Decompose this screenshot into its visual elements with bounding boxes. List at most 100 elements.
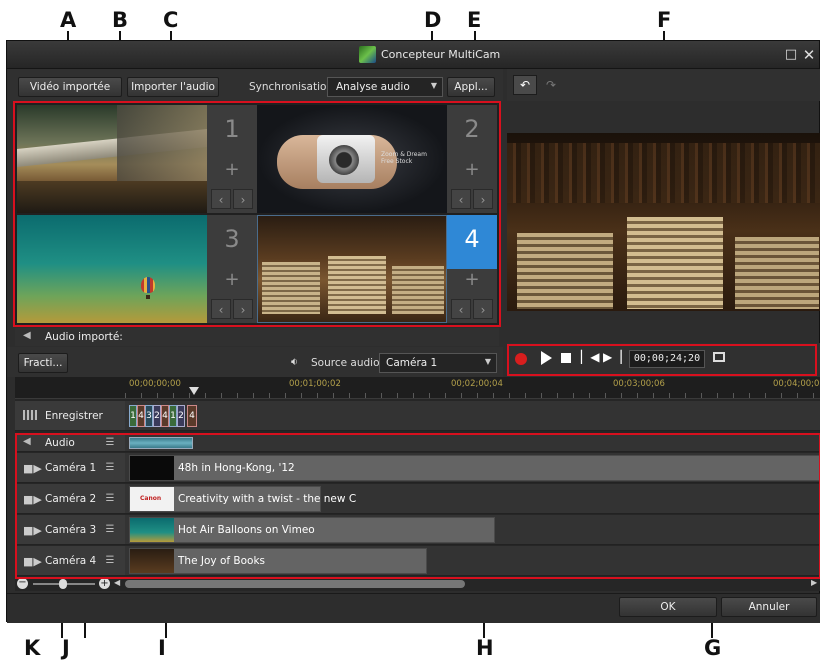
camera-3-track: Hot Air Balloons on Vimeo bbox=[125, 515, 820, 545]
camera-grid-highlight bbox=[13, 101, 501, 327]
horizontal-scrollbar[interactable] bbox=[125, 580, 465, 588]
callout-c: C bbox=[163, 8, 179, 32]
record-clip-6[interactable]: 1 bbox=[169, 405, 177, 427]
source-audio-value: Caméra 1 bbox=[386, 357, 438, 369]
camera-2-clip[interactable]: Canon Creativity with a twist - the new … bbox=[129, 486, 356, 512]
camera-3-clip-thumb bbox=[130, 518, 174, 542]
volume-icon: 🔉︎ bbox=[291, 355, 298, 368]
record-clip-3[interactable]: 3 bbox=[145, 405, 153, 427]
cancel-button[interactable]: Annuler bbox=[721, 597, 817, 617]
play-icon[interactable] bbox=[541, 351, 552, 365]
camera-2-track-label: Caméra 2 bbox=[45, 493, 97, 505]
record-button[interactable] bbox=[515, 353, 527, 365]
zoom-bar: − + ◀ ▶ bbox=[15, 577, 820, 591]
preview-shelf bbox=[507, 143, 820, 203]
window-title: Concepteur MultiCam bbox=[381, 48, 501, 61]
camera-2-clip-thumb: Canon bbox=[130, 487, 174, 511]
list-icon[interactable]: ☰ bbox=[103, 523, 117, 537]
camera-3-track-label: Caméra 3 bbox=[45, 524, 97, 536]
zoom-out-icon[interactable]: − bbox=[17, 578, 28, 589]
preview-books-center bbox=[627, 217, 723, 309]
callout-j: J bbox=[62, 636, 70, 660]
record-clip-4[interactable]: 2 bbox=[153, 405, 161, 427]
preview-toolbar: ↶ ↷ bbox=[507, 69, 820, 101]
title-bar: Concepteur MultiCam □ ✕ bbox=[7, 41, 819, 69]
camera-1-track-header: ■▶︎ Caméra 1 ☰ bbox=[15, 453, 125, 483]
callout-d: D bbox=[424, 8, 442, 32]
sync-value: Analyse audio bbox=[336, 81, 410, 93]
camera-icon: ■▶︎ bbox=[23, 493, 42, 506]
imported-video-button[interactable]: Vidéo importée bbox=[18, 77, 122, 97]
audio-track-label: Audio bbox=[45, 437, 75, 449]
record-clip-1[interactable]: 1 bbox=[129, 405, 137, 427]
callout-b: B bbox=[112, 8, 129, 32]
camera-1-track: 48h in Hong-Kong, '12 bbox=[125, 453, 820, 483]
record-track: 1 4 3 2 4 1 2 4 bbox=[125, 401, 820, 431]
zoom-in-icon[interactable]: + bbox=[99, 578, 110, 589]
preview-books-left bbox=[517, 233, 613, 309]
imported-audio-label: Audio importé: bbox=[45, 331, 123, 343]
zoom-slider-handle[interactable] bbox=[59, 579, 67, 589]
camera-3-track-header: ■▶︎ Caméra 3 ☰ bbox=[15, 515, 125, 545]
ruler-tick-1: 00;01;00;02 bbox=[289, 379, 341, 389]
callout-a: A bbox=[60, 8, 77, 32]
camera-1-clip-title: 48h in Hong-Kong, '12 bbox=[178, 462, 295, 474]
camera-3-clip-title: Hot Air Balloons on Vimeo bbox=[178, 524, 315, 536]
callout-f: F bbox=[657, 8, 672, 32]
audio-waveform bbox=[129, 437, 193, 449]
callout-h: H bbox=[476, 636, 494, 660]
ok-button[interactable]: OK bbox=[619, 597, 717, 617]
close-icon[interactable]: ✕ bbox=[801, 47, 817, 63]
chevron-down-icon: ▼ bbox=[484, 357, 491, 366]
list-icon[interactable]: ☰ bbox=[103, 461, 117, 475]
ruler-left-blank bbox=[15, 377, 125, 399]
sync-dropdown[interactable]: Analyse audio ▼ bbox=[327, 77, 443, 97]
imported-audio-row: ◀︎ Audio importé: bbox=[15, 328, 499, 346]
ruler-minor-ticks bbox=[125, 393, 820, 398]
scroll-right-icon[interactable]: ▶ bbox=[811, 578, 817, 587]
stop-icon[interactable] bbox=[561, 353, 571, 363]
camera-4-track-label: Caméra 4 bbox=[45, 555, 97, 567]
record-clip-2[interactable]: 4 bbox=[137, 405, 145, 427]
camera-2-track: Canon Creativity with a twist - the new … bbox=[125, 484, 820, 514]
callout-k: K bbox=[24, 636, 41, 660]
camera-4-clip[interactable]: The Joy of Books bbox=[129, 548, 427, 574]
camera-4-clip-title: The Joy of Books bbox=[178, 555, 265, 567]
camera-1-clip[interactable]: 48h in Hong-Kong, '12 bbox=[129, 455, 820, 481]
ruler-tick-4: 00;04;00;08 bbox=[773, 379, 820, 389]
maximize-icon[interactable]: □ bbox=[783, 47, 799, 63]
chevron-down-icon: ▼ bbox=[430, 81, 437, 90]
record-clip-5[interactable]: 4 bbox=[161, 405, 169, 427]
scroll-left-icon[interactable]: ◀ bbox=[114, 578, 120, 587]
list-icon[interactable]: ☰ bbox=[103, 554, 117, 568]
callout-g: G bbox=[704, 636, 722, 660]
preview-books-right bbox=[735, 237, 819, 309]
speaker-icon: ◀︎ bbox=[23, 330, 31, 341]
list-icon[interactable]: ☰ bbox=[103, 492, 117, 506]
next-frame-icon[interactable]: ▶︎▕ bbox=[603, 350, 621, 364]
list-icon[interactable]: ☰ bbox=[103, 436, 117, 450]
playhead[interactable] bbox=[189, 387, 199, 395]
camera-3-clip[interactable]: Hot Air Balloons on Vimeo bbox=[129, 517, 495, 543]
ruler-tick-3: 00;03;00;06 bbox=[613, 379, 665, 389]
source-audio-dropdown[interactable]: Caméra 1 ▼ bbox=[379, 353, 497, 373]
camera-1-track-label: Caméra 1 bbox=[45, 462, 97, 474]
apply-button[interactable]: Appl... bbox=[447, 77, 495, 97]
camera-4-track: The Joy of Books bbox=[125, 546, 820, 576]
camera-icon: ■▶︎ bbox=[23, 524, 42, 537]
camera-2-clip-thumb-text: Canon bbox=[140, 495, 162, 502]
import-audio-button[interactable]: Importer l'audio bbox=[127, 77, 219, 97]
screen-icon[interactable] bbox=[713, 352, 725, 362]
prev-frame-icon[interactable]: ▏◀︎ bbox=[581, 350, 599, 364]
film-icon bbox=[23, 410, 37, 420]
split-button[interactable]: Fracti... bbox=[18, 353, 68, 373]
callout-i: I bbox=[158, 636, 166, 660]
camera-1-clip-thumb bbox=[130, 456, 174, 480]
record-clip-8[interactable]: 4 bbox=[187, 405, 197, 427]
undo-icon[interactable]: ↶ bbox=[513, 75, 537, 95]
camera-2-clip-title: Creativity with a twist - the new C bbox=[178, 493, 357, 505]
timecode-display[interactable]: 00;00;24;20 bbox=[629, 350, 705, 368]
redo-icon[interactable]: ↷ bbox=[539, 75, 563, 95]
record-clip-7[interactable]: 2 bbox=[177, 405, 185, 427]
camera-icon: ■▶︎ bbox=[23, 555, 42, 568]
